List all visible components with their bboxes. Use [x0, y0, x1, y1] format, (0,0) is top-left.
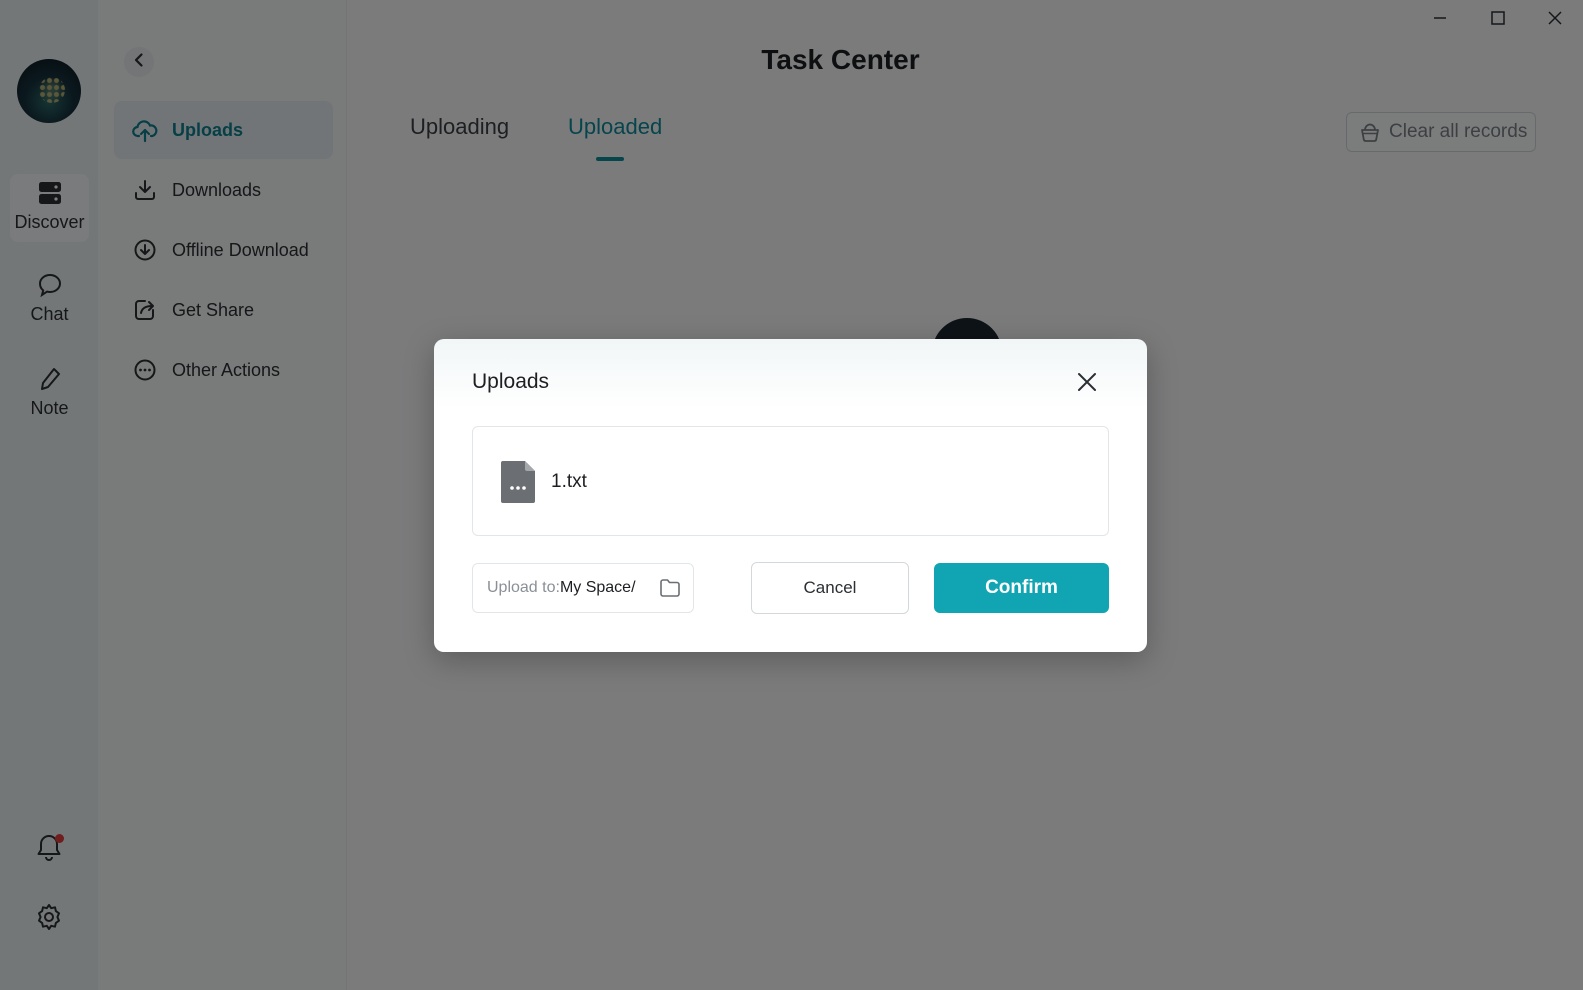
upload-destination-picker[interactable]: Upload to: My Space/: [472, 563, 694, 613]
dialog-close-button[interactable]: [1070, 367, 1104, 401]
close-icon: [1077, 372, 1097, 397]
upload-path: My Space/: [559, 579, 636, 596]
upload-to-label: Upload to:: [487, 579, 560, 596]
dialog-title: Uploads: [472, 370, 550, 393]
file-list: 1.txt: [472, 426, 1109, 536]
cancel-button[interactable]: Cancel: [751, 562, 909, 614]
confirm-button[interactable]: Confirm: [934, 563, 1109, 613]
folder-icon[interactable]: [659, 578, 681, 603]
file-icon: [501, 461, 535, 503]
file-name: 1.txt: [551, 471, 587, 492]
uploads-dialog: Uploads 1.txt Upload to: My Space/ Cancel…: [434, 339, 1147, 652]
